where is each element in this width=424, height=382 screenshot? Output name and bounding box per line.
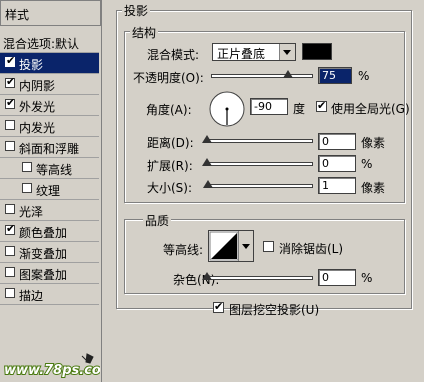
style-item[interactable]: 渐变叠加 bbox=[0, 242, 99, 263]
style-item-label: 斜面和浮雕 bbox=[19, 142, 80, 156]
noise-slider[interactable] bbox=[206, 276, 313, 280]
style-item[interactable]: 图案叠加 bbox=[0, 263, 99, 284]
check-icon: ✔ bbox=[317, 99, 327, 112]
global-light-label: 使用全局光(G) bbox=[331, 102, 410, 116]
drop-shadow-title: 投影 bbox=[122, 2, 151, 19]
blend-mode-select[interactable]: 正片叠底 bbox=[212, 43, 296, 61]
style-item[interactable]: ✔ 颜色叠加 bbox=[0, 221, 99, 242]
opacity-input[interactable]: 75 bbox=[318, 67, 352, 84]
size-unit: 像素 bbox=[361, 181, 386, 195]
check-icon: ✔ bbox=[6, 54, 16, 67]
angle-dial[interactable] bbox=[208, 90, 246, 128]
style-item[interactable]: 混合选项:默认 bbox=[0, 32, 99, 53]
style-item-label: 混合选项:默认 bbox=[3, 37, 80, 51]
spread-slider[interactable] bbox=[206, 162, 313, 166]
style-item-label: 渐变叠加 bbox=[19, 247, 68, 261]
watermark-logo: www.78ps.com bbox=[3, 353, 100, 379]
chevron-down-icon[interactable] bbox=[238, 231, 253, 261]
style-item-checkbox[interactable] bbox=[5, 267, 15, 277]
style-item[interactable]: 斜面和浮雕 bbox=[0, 137, 99, 158]
style-item[interactable]: ✔ 外发光 bbox=[0, 95, 99, 116]
layer-knocks-out-label: 图层挖空投影(U) bbox=[229, 303, 320, 317]
spread-slider-handle[interactable] bbox=[202, 158, 212, 166]
style-item[interactable]: 纹理 bbox=[0, 179, 99, 200]
size-slider[interactable] bbox=[206, 184, 313, 188]
spread-label: 扩展(R): bbox=[147, 159, 193, 173]
blend-mode-label: 混合模式: bbox=[147, 48, 200, 62]
style-item-checkbox[interactable] bbox=[22, 183, 32, 193]
style-item[interactable]: 等高线 bbox=[0, 158, 99, 179]
style-item-label: 外发光 bbox=[19, 100, 56, 114]
size-input[interactable]: 1 bbox=[318, 177, 356, 194]
layer-knocks-out-checkbox[interactable]: ✔ bbox=[213, 300, 224, 313]
style-item-label: 颜色叠加 bbox=[19, 226, 68, 240]
check-icon: ✔ bbox=[214, 300, 224, 313]
contour-label: 等高线: bbox=[163, 243, 204, 257]
style-item-checkbox[interactable] bbox=[5, 141, 15, 151]
distance-label: 距离(D): bbox=[147, 136, 194, 150]
style-item-label: 内发光 bbox=[19, 121, 56, 135]
style-item[interactable]: ✔ 内阴影 bbox=[0, 74, 99, 95]
global-light-checkbox[interactable]: ✔ bbox=[316, 99, 327, 112]
style-item-label: 光泽 bbox=[19, 205, 44, 219]
style-item[interactable]: ✔ 投影 bbox=[0, 53, 99, 74]
style-item-checkbox[interactable] bbox=[5, 120, 15, 130]
style-item[interactable]: 光泽 bbox=[0, 200, 99, 221]
noise-unit: % bbox=[361, 271, 373, 285]
style-item[interactable]: 描边 bbox=[0, 284, 99, 305]
style-item-label: 纹理 bbox=[36, 184, 61, 198]
style-item-label: 投影 bbox=[19, 58, 44, 72]
style-item-label: 等高线 bbox=[36, 163, 73, 177]
angle-label: 角度(A): bbox=[146, 103, 192, 117]
style-item-label: 描边 bbox=[19, 289, 44, 303]
style-item[interactable]: 内发光 bbox=[0, 116, 99, 137]
style-item-checkbox[interactable]: ✔ bbox=[5, 222, 16, 235]
style-item-label: 内阴影 bbox=[19, 79, 56, 93]
check-icon: ✔ bbox=[6, 222, 16, 235]
watermark-text: www.78ps.com bbox=[4, 363, 100, 378]
opacity-label: 不透明度(O): bbox=[133, 71, 204, 85]
distance-slider[interactable] bbox=[206, 139, 313, 143]
shadow-color-swatch[interactable] bbox=[302, 43, 332, 60]
contour-preview-icon bbox=[209, 231, 239, 261]
spread-input[interactable]: 0 bbox=[318, 155, 356, 172]
structure-title: 结构 bbox=[130, 24, 159, 41]
quality-title: 品质 bbox=[143, 212, 172, 229]
styles-header-label: 样式 bbox=[5, 8, 30, 22]
style-item-checkbox[interactable] bbox=[5, 288, 15, 298]
spread-unit: % bbox=[361, 157, 373, 171]
blend-mode-value: 正片叠底 bbox=[217, 47, 266, 61]
opacity-slider[interactable] bbox=[211, 74, 313, 78]
anti-alias-checkbox[interactable] bbox=[263, 241, 274, 252]
check-icon: ✔ bbox=[6, 96, 16, 109]
noise-input[interactable]: 0 bbox=[318, 269, 356, 286]
contour-picker[interactable] bbox=[208, 230, 254, 262]
distance-slider-handle[interactable] bbox=[202, 135, 212, 143]
opacity-slider-handle[interactable] bbox=[282, 70, 293, 78]
angle-input[interactable]: -90 bbox=[250, 98, 288, 115]
style-item-checkbox[interactable]: ✔ bbox=[5, 54, 16, 67]
size-slider-handle[interactable] bbox=[203, 180, 213, 188]
chevron-down-icon[interactable] bbox=[279, 44, 295, 60]
style-item-checkbox[interactable]: ✔ bbox=[5, 96, 16, 109]
size-label: 大小(S): bbox=[147, 181, 193, 195]
style-item-checkbox[interactable]: ✔ bbox=[5, 75, 16, 88]
style-item-checkbox[interactable] bbox=[22, 162, 32, 172]
style-item-label: 图案叠加 bbox=[19, 268, 68, 282]
check-icon: ✔ bbox=[6, 75, 16, 88]
noise-slider-handle[interactable] bbox=[202, 272, 212, 280]
style-item-checkbox[interactable] bbox=[5, 204, 15, 214]
styles-header: 样式 bbox=[0, 0, 101, 26]
angle-unit: 度 bbox=[293, 102, 306, 116]
styles-panel: 样式 混合选项:默认 ✔ 投影 ✔ 内阴影 ✔ 外发光 内发光 斜面和浮雕 等高线 纹理 光泽 ✔ 颜色叠… bbox=[0, 0, 102, 382]
opacity-unit: % bbox=[358, 69, 370, 83]
anti-alias-label: 消除锯齿(L) bbox=[279, 242, 344, 256]
style-item-checkbox[interactable] bbox=[5, 246, 15, 256]
distance-input[interactable]: 0 bbox=[318, 133, 356, 150]
distance-unit: 像素 bbox=[361, 136, 386, 150]
